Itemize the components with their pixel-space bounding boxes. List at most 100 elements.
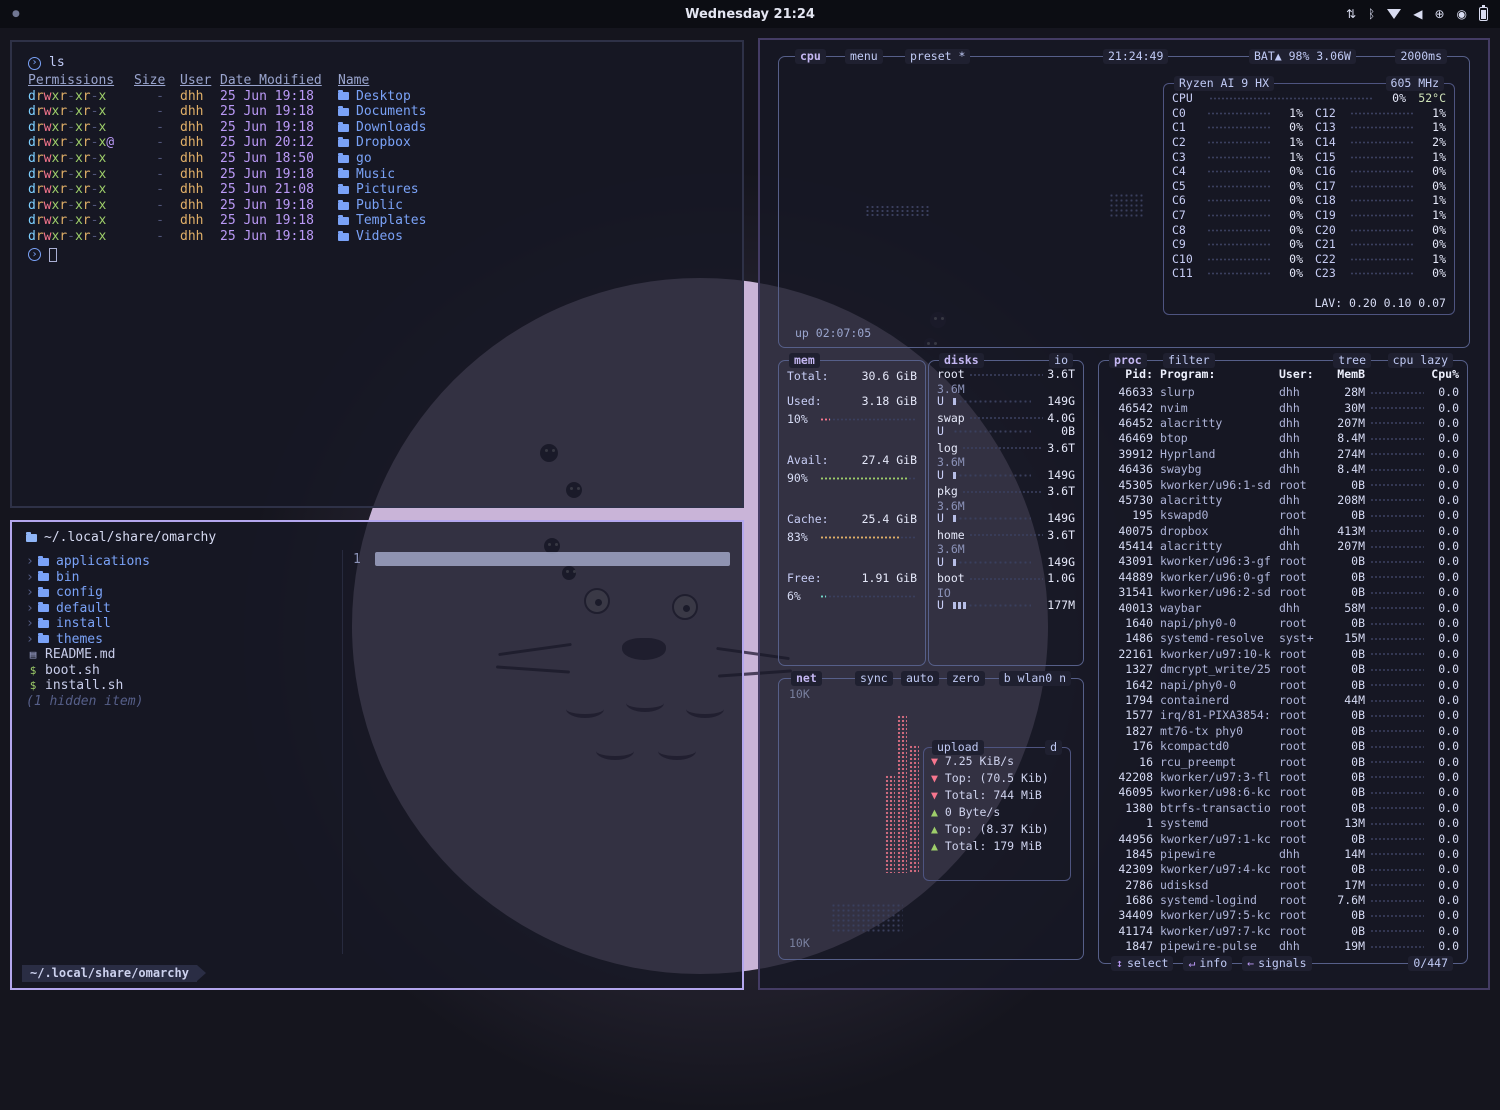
wifi-icon[interactable] [1387, 9, 1401, 19]
process-row[interactable]: 1642 napi/phy0-0 root 0B 0.0 [1109, 677, 1459, 692]
process-row[interactable]: 16 rcu_preempt root 0B 0.0 [1109, 754, 1459, 769]
preset-button[interactable]: preset * [905, 49, 970, 64]
process-mem: 8.4M [1325, 462, 1365, 477]
process-row[interactable]: 31541 kworker/u96:2-sd root 0B 0.0 [1109, 585, 1459, 600]
net-interface-selector[interactable]: b wlan0 n [999, 671, 1071, 686]
process-user: root [1279, 508, 1325, 523]
process-row[interactable]: 45414 alacritty dhh 207M 0.0 [1109, 539, 1459, 554]
process-row[interactable]: 46095 kworker/u98:6-kc root 0B 0.0 [1109, 785, 1459, 800]
process-cpu-graph [1370, 560, 1424, 564]
process-row[interactable]: 42309 kworker/u97:4-kc root 0B 0.0 [1109, 862, 1459, 877]
process-row[interactable]: 1794 containerd root 44M 0.0 [1109, 693, 1459, 708]
core-name: C2 [1172, 135, 1202, 150]
process-row[interactable]: 1327 dmcrypt_write/25 root 0B 0.0 [1109, 662, 1459, 677]
process-cpu: 0.0 [1429, 478, 1459, 493]
process-row[interactable]: 46436 swaybg dhh 8.4M 0.0 [1109, 462, 1459, 477]
process-row[interactable]: 176 kcompactd0 root 0B 0.0 [1109, 739, 1459, 754]
net-scale-top: 10K [789, 687, 810, 702]
mem-box-title[interactable]: mem [789, 353, 820, 368]
net-zero-toggle[interactable]: zero [947, 671, 985, 686]
process-row[interactable]: 45305 kworker/u96:1-sd root 0B 0.0 [1109, 477, 1459, 492]
process-row[interactable]: 1640 napi/phy0-0 root 0B 0.0 [1109, 616, 1459, 631]
header-pid[interactable]: Pid: [1109, 367, 1153, 382]
process-row[interactable]: 1827 mt76-tx phy0 root 0B 0.0 [1109, 724, 1459, 739]
process-row[interactable]: 46633 slurp dhh 28M 0.0 [1109, 385, 1459, 400]
process-row[interactable]: 1847 pipewire-pulse dhh 19M 0.0 [1109, 939, 1459, 954]
clock[interactable]: Wednesday 21:24 [0, 0, 1500, 28]
sort-selector[interactable]: cpu lazy [1388, 353, 1453, 368]
footer-action[interactable]: ←signals [1242, 956, 1311, 971]
account-icon[interactable]: ◉ [1457, 8, 1467, 20]
process-user: root [1279, 570, 1325, 585]
process-row[interactable]: 195 kswapd0 root 0B 0.0 [1109, 508, 1459, 523]
disks-box-title[interactable]: disks [939, 353, 984, 368]
proc-box-title[interactable]: proc [1109, 353, 1147, 368]
process-row[interactable]: 40075 dropbox dhh 413M 0.0 [1109, 524, 1459, 539]
process-row[interactable]: 1686 systemd-logind root 7.6M 0.0 [1109, 893, 1459, 908]
battery-icon[interactable] [1479, 7, 1488, 21]
volume-icon[interactable]: ◀ [1413, 8, 1422, 20]
directory-item[interactable]: › applications [26, 554, 326, 570]
btop-window[interactable]: cpu menu preset * 21:24:49 BAT▲ 98% 3.06… [758, 38, 1490, 990]
terminal-cursor[interactable] [49, 248, 57, 262]
process-mem: 274M [1325, 447, 1365, 462]
header-mem[interactable]: MemB [1325, 367, 1365, 382]
process-row[interactable]: 44889 kworker/u96:0-gf root 0B 0.0 [1109, 570, 1459, 585]
io-tab[interactable]: io [1049, 353, 1073, 368]
disk-fill [969, 373, 1044, 377]
process-pid: 40075 [1109, 524, 1153, 539]
filter-button[interactable]: filter [1163, 353, 1215, 368]
permissions-value: drwxr-xr-x [28, 229, 134, 245]
directory-item[interactable]: › install [26, 616, 326, 632]
directory-item[interactable]: › default [26, 601, 326, 617]
name-value: Templates [338, 213, 726, 229]
process-row[interactable]: 1486 systemd-resolve syst+ 15M 0.0 [1109, 631, 1459, 646]
updates-icon[interactable]: ⇅ [1346, 8, 1356, 20]
footer-action[interactable]: ↕select [1111, 956, 1173, 971]
bluetooth-icon[interactable]: ᛒ [1368, 8, 1375, 20]
network-icon[interactable]: ⊕ [1434, 8, 1444, 20]
header-program[interactable]: Program: [1160, 367, 1279, 382]
file-manager-window[interactable]: ~/.local/share/omarchy › applications › … [10, 520, 744, 990]
update-interval[interactable]: 2000ms [1395, 49, 1447, 64]
process-row[interactable]: 22161 kworker/u97:10-k root 0B 0.0 [1109, 647, 1459, 662]
process-row[interactable]: 1380 btrfs-transactio root 0B 0.0 [1109, 801, 1459, 816]
net-box-title[interactable]: net [791, 671, 822, 686]
process-pid: 1642 [1109, 678, 1153, 693]
file-item[interactable]: $ install.sh [26, 678, 326, 694]
directory-item[interactable]: › bin [26, 570, 326, 586]
tree-toggle[interactable]: tree [1333, 353, 1371, 368]
menu-button[interactable]: menu [845, 49, 883, 64]
directory-name: default [56, 601, 111, 617]
footer-action[interactable]: ↵info [1183, 956, 1232, 971]
process-row[interactable]: 34409 kworker/u97:5-kc root 0B 0.0 [1109, 908, 1459, 923]
terminal-window[interactable]: › ls Permissions Size User Date Modified… [10, 40, 744, 508]
process-row[interactable]: 2786 udisksd root 17M 0.0 [1109, 878, 1459, 893]
disk-used-key: U [937, 555, 949, 570]
process-row[interactable]: 46469 btop dhh 8.4M 0.0 [1109, 431, 1459, 446]
directory-item[interactable]: › config [26, 585, 326, 601]
net-sync-toggle[interactable]: sync [855, 671, 893, 686]
process-row[interactable]: 44956 kworker/u97:1-kc root 0B 0.0 [1109, 831, 1459, 846]
process-row[interactable]: 42208 kworker/u97:3-fl root 0B 0.0 [1109, 770, 1459, 785]
process-row[interactable]: 46452 alacritty dhh 207M 0.0 [1109, 416, 1459, 431]
process-row[interactable]: 43091 kworker/u96:3-gf root 0B 0.0 [1109, 554, 1459, 569]
net-graph [909, 745, 919, 873]
header-user[interactable]: User: [1279, 367, 1325, 382]
process-row[interactable]: 45730 alacritty dhh 208M 0.0 [1109, 493, 1459, 508]
directory-item[interactable]: › themes [26, 632, 326, 648]
header-cpu[interactable]: Cpu% [1429, 367, 1459, 382]
file-item[interactable]: $ boot.sh [26, 663, 326, 679]
process-table-header: Pid: Program: User: MemB Cpu% [1109, 367, 1459, 382]
file-item[interactable]: ▤ README.md [26, 647, 326, 663]
process-row[interactable]: 46542 nvim dhh 30M 0.0 [1109, 400, 1459, 415]
net-panel-key[interactable]: d [1045, 740, 1062, 755]
cpu-box-title[interactable]: cpu [795, 49, 826, 64]
process-row[interactable]: 1577 irq/81-PIXA3854: root 0B 0.0 [1109, 708, 1459, 723]
process-row[interactable]: 1 systemd root 13M 0.0 [1109, 816, 1459, 831]
net-auto-toggle[interactable]: auto [901, 671, 939, 686]
process-row[interactable]: 40013 waybar dhh 58M 0.0 [1109, 600, 1459, 615]
process-row[interactable]: 41174 kworker/u97:7-kc root 0B 0.0 [1109, 924, 1459, 939]
process-row[interactable]: 39912 Hyprland dhh 274M 0.0 [1109, 447, 1459, 462]
process-row[interactable]: 1845 pipewire dhh 14M 0.0 [1109, 847, 1459, 862]
